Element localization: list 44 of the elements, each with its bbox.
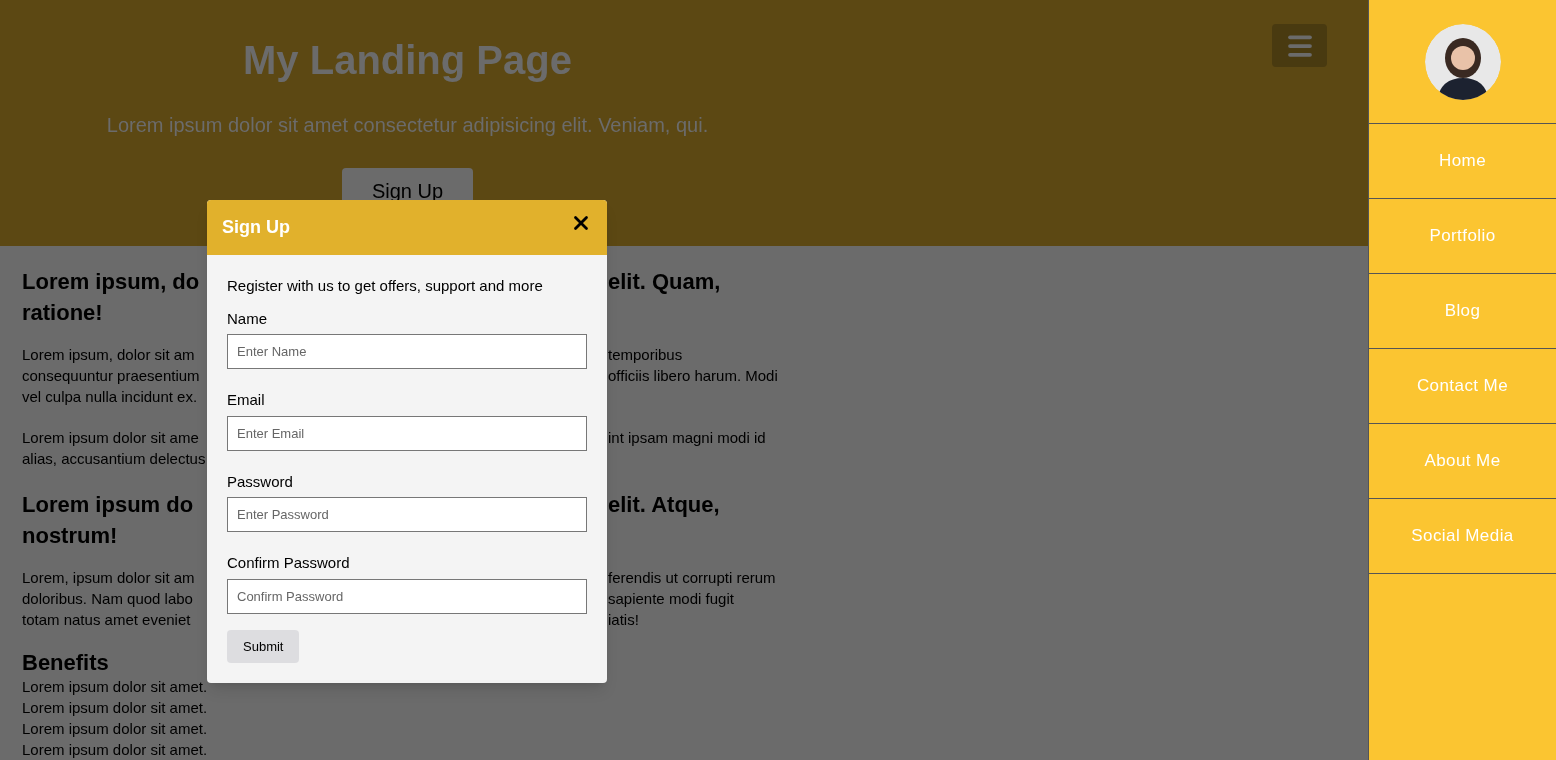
- hero-subtitle: Lorem ipsum dolor sit amet consectetur adipisicing elit. Veniam, qui.: [106, 113, 709, 138]
- paragraph-line: officiis libero harum. Modi: [608, 366, 778, 386]
- nav-link[interactable]: Home: [1369, 124, 1556, 199]
- dialog-title: Sign Up: [222, 216, 290, 239]
- paragraph-line: ferendis ut corrupti rerum: [608, 568, 776, 588]
- list-item: Lorem ipsum dolor sit amet.: [22, 740, 208, 760]
- section-heading: ratione!: [22, 299, 103, 327]
- nav-link[interactable]: Blog: [1369, 274, 1556, 349]
- section-heading: nostrum!: [22, 522, 118, 550]
- paragraph-line: consequuntur praesentium: [22, 366, 200, 386]
- section-heading: Lorem ipsum do: [22, 491, 194, 519]
- paragraph-line: iatis!: [608, 610, 639, 630]
- field-label: Confirm Password: [227, 553, 351, 573]
- paragraph-line: sapiente modi fugit: [608, 589, 734, 609]
- field-label: Email: [227, 390, 266, 410]
- section-heading: elit. Atque,: [608, 491, 720, 519]
- submit-button[interactable]: Submit: [227, 629, 300, 663]
- paragraph-line: totam natus amet eveniet: [22, 610, 191, 630]
- field-label: Name: [227, 308, 268, 329]
- paragraph-line: Lorem ipsum dolor sit ame: [22, 428, 199, 448]
- nav-link[interactable]: Contact Me: [1369, 349, 1556, 424]
- input-field[interactable]: Enter Name: [227, 334, 587, 369]
- input-field[interactable]: Enter Password: [227, 497, 587, 532]
- list-item: Lorem ipsum dolor sit amet.: [22, 677, 208, 697]
- paragraph-line: temporibus: [608, 345, 683, 365]
- nav-link[interactable]: Portfolio: [1369, 199, 1556, 274]
- paragraph-line: alias, accusantium delectus: [22, 449, 206, 469]
- paragraph-line: int ipsam magni modi id: [608, 428, 766, 448]
- page-title: My Landing Page: [243, 37, 572, 84]
- input-field[interactable]: Confirm Password: [227, 578, 587, 614]
- nav-link[interactable]: About Me: [1369, 424, 1556, 499]
- nav-link[interactable]: Social Media: [1369, 499, 1556, 574]
- paragraph-line: Lorem, ipsum dolor sit am: [22, 568, 195, 588]
- section-heading: Lorem ipsum, do: [22, 268, 200, 296]
- section-heading: Benefits: [22, 650, 109, 676]
- section-heading: elit. Quam,: [608, 268, 721, 296]
- input-field[interactable]: Enter Email: [227, 415, 587, 451]
- field-label: Password: [227, 471, 294, 492]
- list-item: Lorem ipsum dolor sit amet.: [22, 719, 208, 739]
- paragraph-line: vel culpa nulla incidunt ex.: [22, 387, 198, 407]
- paragraph-line: Lorem ipsum, dolor sit am: [22, 345, 195, 365]
- dialog-intro: Register with us to get offers, support and more: [227, 276, 544, 296]
- paragraph-line: doloribus. Nam quod labo: [22, 589, 193, 609]
- list-item: Lorem ipsum dolor sit amet.: [22, 698, 208, 718]
